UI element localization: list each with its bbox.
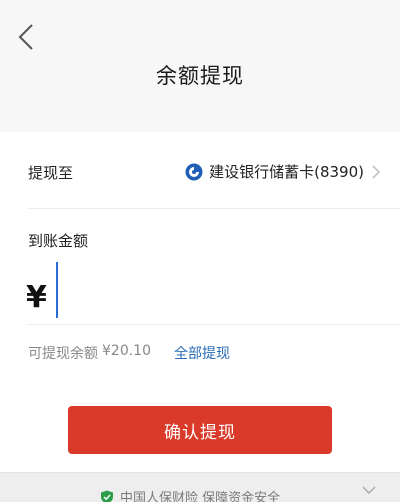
divider <box>28 324 400 325</box>
withdraw-to-row[interactable]: 提现至 建设银行储蓄卡(8390) <box>0 132 400 208</box>
amount-input[interactable] <box>56 262 370 320</box>
divider <box>28 208 400 209</box>
header-area: 余额提现 <box>0 0 400 132</box>
amount-label: 到账金额 <box>28 230 88 251</box>
security-text: 中国人保财险 保障资金安全 <box>120 487 280 502</box>
available-balance-label: 可提现余额 <box>28 343 98 363</box>
page-title: 余额提现 <box>0 60 400 90</box>
security-note: 中国人保财险 保障资金安全 <box>100 487 280 502</box>
shield-check-icon <box>100 490 114 502</box>
withdraw-to-label: 提现至 <box>28 162 73 183</box>
chevron-left-icon[interactable] <box>14 22 40 52</box>
available-balance-value: ¥20.10 <box>102 343 151 363</box>
available-balance: 可提现余额 ¥20.10 <box>28 343 151 363</box>
bank-logo-icon <box>185 163 203 181</box>
text-caret <box>56 262 58 318</box>
chevron-down-icon[interactable] <box>362 485 376 495</box>
security-footer: 中国人保财险 保障资金安全 <box>0 472 400 502</box>
chevron-right-icon <box>372 165 380 179</box>
bank-selector[interactable]: 建设银行储蓄卡(8390) <box>185 161 380 182</box>
currency-symbol: ¥ <box>26 280 47 315</box>
confirm-withdraw-button[interactable]: 确认提现 <box>68 406 332 454</box>
bank-name: 建设银行储蓄卡(8390) <box>209 161 364 182</box>
withdraw-all-link[interactable]: 全部提现 <box>174 343 230 363</box>
